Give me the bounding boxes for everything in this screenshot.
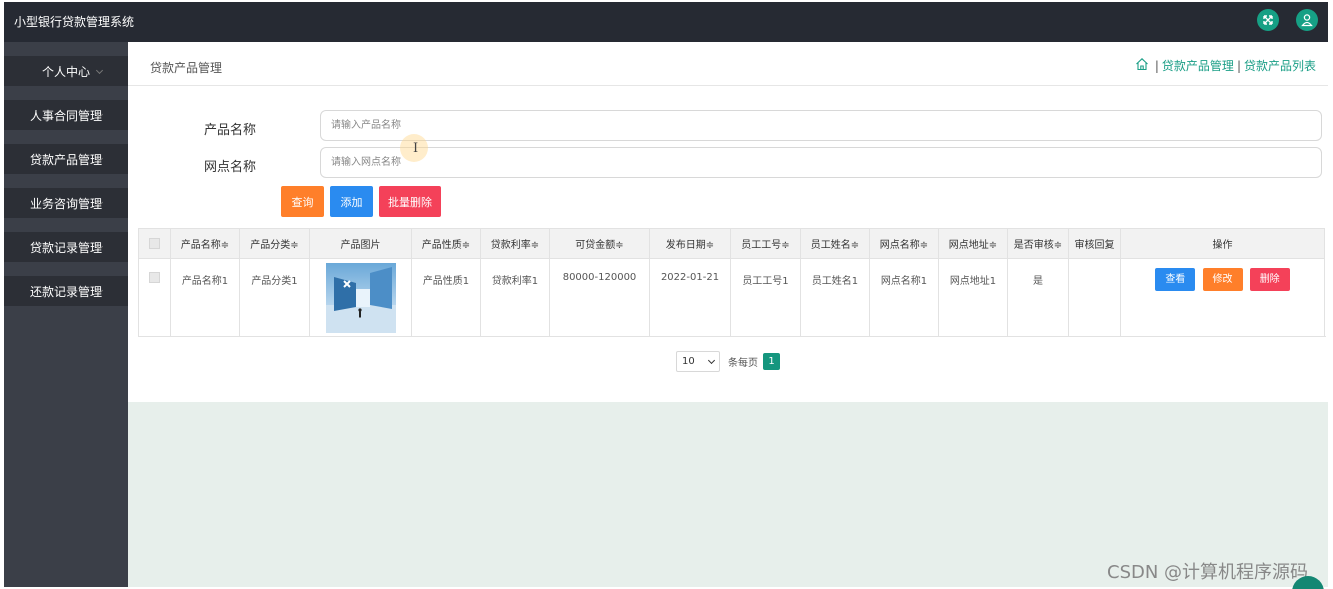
query-button[interactable]: 查询 — [281, 186, 324, 217]
chevron-down-icon — [95, 66, 104, 75]
cell-date: 2022-01-21 — [649, 258, 731, 337]
table-header-row: 产品名称≑ 产品分类≑ 产品图片 产品性质≑ 贷款利率≑ 可贷金额≑ 发布日期≑… — [138, 228, 1325, 259]
sidebar-item-label: 人事合同管理 — [29, 108, 102, 123]
cell-rate: 贷款利率1 — [480, 258, 550, 337]
column-header: 审核回复 — [1068, 228, 1121, 259]
app-window: 小型银行贷款管理系统 个人中心 人事合同管理 贷款产品管理 业务咨询管理 贷款记… — [4, 2, 1328, 587]
sidebar: 个人中心 人事合同管理 贷款产品管理 业务咨询管理 贷款记录管理 还款记录管理 — [4, 42, 128, 587]
sidebar-item-personal-center[interactable]: 个人中心 — [4, 56, 128, 86]
sidebar-item-hr-contracts[interactable]: 人事合同管理 — [4, 100, 128, 130]
column-header[interactable]: 员工姓名≑ — [800, 228, 870, 259]
cell-amount: 80000-120000 — [549, 258, 650, 337]
cell-category: 产品分类1 — [239, 258, 310, 337]
column-header[interactable]: 贷款利率≑ — [480, 228, 550, 259]
sidebar-item-loan-records[interactable]: 贷款记录管理 — [4, 232, 128, 262]
product-name-input[interactable] — [320, 110, 1322, 141]
branch-name-label: 网点名称 — [204, 160, 257, 175]
breadcrumb-item[interactable]: 贷款产品列表 — [1244, 57, 1316, 74]
breadcrumb: | 贷款产品管理 | 贷款产品列表 — [1135, 57, 1316, 74]
column-header: 操作 — [1120, 228, 1325, 259]
user-icon[interactable] — [1296, 9, 1318, 31]
column-header: 产品图片 — [309, 228, 412, 259]
cell-branch-address: 网点地址1 — [938, 258, 1008, 337]
column-header[interactable]: 产品名称≑ — [170, 228, 240, 259]
edit-button[interactable]: 修改 — [1202, 268, 1243, 291]
column-header[interactable]: 网点地址≑ — [938, 228, 1008, 259]
sidebar-item-label: 贷款产品管理 — [29, 152, 102, 167]
branch-name-input[interactable] — [320, 147, 1322, 178]
column-header[interactable]: 员工工号≑ — [730, 228, 801, 259]
add-button[interactable]: 添加 — [330, 186, 373, 217]
cell-employee-no: 员工工号1 — [730, 258, 801, 337]
column-header[interactable]: 产品分类≑ — [239, 228, 310, 259]
column-header[interactable]: 是否审核≑ — [1007, 228, 1069, 259]
breadcrumb-item[interactable]: 贷款产品管理 — [1162, 57, 1234, 74]
product-image — [325, 263, 396, 333]
cell-branch-name: 网点名称1 — [869, 258, 939, 337]
product-name-label: 产品名称 — [204, 123, 257, 138]
page-header: 贷款产品管理 | 贷款产品管理 | 贷款产品列表 — [128, 42, 1328, 86]
page-size-select[interactable]: 10 — [676, 351, 720, 372]
fullscreen-icon[interactable] — [1257, 9, 1279, 31]
sidebar-item-label: 贷款记录管理 — [29, 240, 102, 255]
per-page-label: 条每页 — [728, 358, 758, 369]
select-all-checkbox[interactable] — [149, 237, 160, 249]
select-all-cell — [138, 228, 171, 259]
breadcrumb-separator: | — [1154, 58, 1159, 73]
page-title: 贷款产品管理 — [150, 61, 223, 75]
column-header[interactable]: 网点名称≑ — [869, 228, 939, 259]
view-button[interactable]: 查看 — [1155, 268, 1196, 291]
column-header[interactable]: 发布日期≑ — [649, 228, 731, 259]
sidebar-item-consultation[interactable]: 业务咨询管理 — [4, 188, 128, 218]
cell-actions: 查看 修改 删除 — [1120, 258, 1325, 337]
top-header: 小型银行贷款管理系统 — [4, 2, 1328, 42]
breadcrumb-separator: | — [1236, 58, 1241, 73]
sidebar-item-label: 业务咨询管理 — [29, 196, 102, 211]
sidebar-item-label: 还款记录管理 — [29, 284, 102, 299]
sidebar-item-loan-products[interactable]: 贷款产品管理 — [4, 144, 128, 174]
column-header[interactable]: 可贷金额≑ — [549, 228, 650, 259]
row-checkbox[interactable] — [149, 272, 160, 283]
main-content: 贷款产品管理 | 贷款产品管理 | 贷款产品列表 产品名称 网点名称 查询 添加… — [128, 42, 1328, 587]
sidebar-item-label: 个人中心 — [41, 64, 90, 79]
cell-product-image — [309, 258, 412, 337]
sidebar-item-repayment-records[interactable]: 还款记录管理 — [4, 276, 128, 306]
page-size-value: 10 — [682, 356, 695, 367]
column-header[interactable]: 产品性质≑ — [411, 228, 481, 259]
content-panel: 贷款产品管理 | 贷款产品管理 | 贷款产品列表 产品名称 网点名称 查询 添加… — [128, 42, 1328, 402]
home-icon[interactable] — [1135, 57, 1152, 74]
cell-review-reply — [1068, 258, 1121, 337]
table-row: 产品名称1 产品分类1 产品性质1 贷款利率1 80000-120000 202… — [138, 258, 1325, 337]
cell-employee-name: 员工姓名1 — [800, 258, 870, 337]
cell-nature: 产品性质1 — [411, 258, 481, 337]
watermark: CSDN @计算机程序源码 — [1107, 562, 1309, 583]
row-select-cell — [138, 258, 171, 337]
pagination: 10 条每页 1 — [676, 351, 780, 372]
chevron-down-icon — [707, 356, 716, 364]
cell-reviewed: 是 — [1007, 258, 1069, 337]
app-title: 小型银行贷款管理系统 — [14, 15, 135, 29]
page-number-button[interactable]: 1 — [763, 353, 780, 370]
product-table: 产品名称≑ 产品分类≑ 产品图片 产品性质≑ 贷款利率≑ 可贷金额≑ 发布日期≑… — [138, 228, 1325, 337]
bulk-delete-button[interactable]: 批量删除 — [379, 186, 441, 217]
cell-product-name: 产品名称1 — [170, 258, 240, 337]
text-cursor-icon: I — [413, 141, 419, 156]
delete-button[interactable]: 删除 — [1249, 268, 1290, 291]
